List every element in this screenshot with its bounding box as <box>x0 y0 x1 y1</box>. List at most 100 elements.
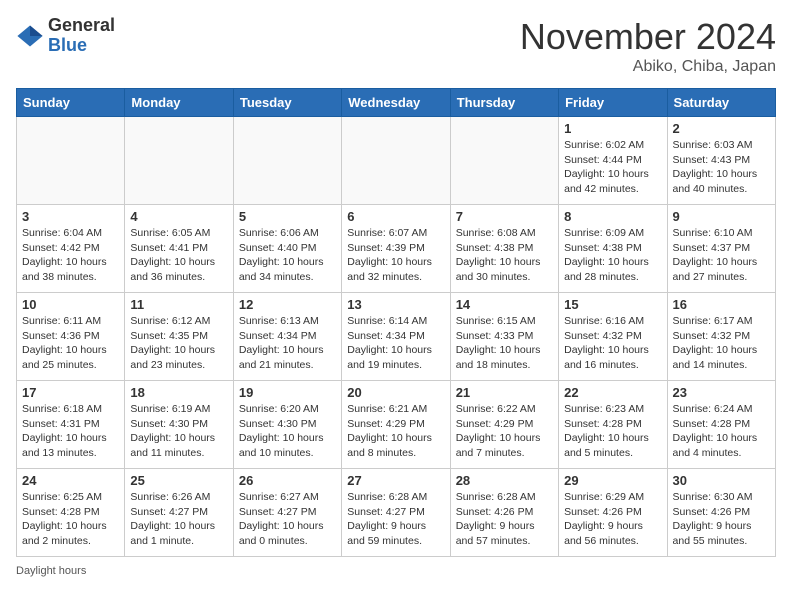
calendar-cell: 28 Sunrise: 6:28 AM Sunset: 4:26 PM Dayli… <box>450 469 558 557</box>
logo-icon <box>16 22 44 50</box>
day-info: Sunrise: 6:23 AM Sunset: 4:28 PM Dayligh… <box>564 402 661 461</box>
day-number: 8 <box>564 209 661 224</box>
col-header-thursday: Thursday <box>450 89 558 117</box>
calendar-cell: 18 Sunrise: 6:19 AM Sunset: 4:30 PM Dayli… <box>125 381 233 469</box>
day-number: 18 <box>130 385 227 400</box>
col-header-sunday: Sunday <box>17 89 125 117</box>
calendar-cell: 29 Sunrise: 6:29 AM Sunset: 4:26 PM Dayli… <box>559 469 667 557</box>
day-info: Sunrise: 6:12 AM Sunset: 4:35 PM Dayligh… <box>130 314 227 373</box>
footer-note: Daylight hours <box>16 565 776 577</box>
day-number: 30 <box>673 473 770 488</box>
day-number: 10 <box>22 297 119 312</box>
calendar-cell: 5 Sunrise: 6:06 AM Sunset: 4:40 PM Daylig… <box>233 205 341 293</box>
calendar-cell: 2Sunrise: 6:03 AM Sunset: 4:43 PM Daylig… <box>667 117 775 205</box>
calendar-cell: 16 Sunrise: 6:17 AM Sunset: 4:32 PM Dayli… <box>667 293 775 381</box>
day-number: 27 <box>347 473 444 488</box>
day-number: 21 <box>456 385 553 400</box>
header: General Blue November 2024 Abiko, Chiba,… <box>16 16 776 76</box>
day-info: Sunrise: 6:28 AM Sunset: 4:26 PM Dayligh… <box>456 490 553 549</box>
logo-text: General Blue <box>48 16 115 56</box>
day-number: 22 <box>564 385 661 400</box>
calendar-cell: 9 Sunrise: 6:10 AM Sunset: 4:37 PM Daylig… <box>667 205 775 293</box>
calendar-cell: 4 Sunrise: 6:05 AM Sunset: 4:41 PM Daylig… <box>125 205 233 293</box>
calendar-cell: 20 Sunrise: 6:21 AM Sunset: 4:29 PM Dayli… <box>342 381 450 469</box>
calendar-cell: 3 Sunrise: 6:04 AM Sunset: 4:42 PM Daylig… <box>17 205 125 293</box>
logo-blue-text: Blue <box>48 36 115 56</box>
calendar-table: SundayMondayTuesdayWednesdayThursdayFrid… <box>16 88 776 557</box>
day-number: 16 <box>673 297 770 312</box>
calendar-cell <box>450 117 558 205</box>
day-info: Sunrise: 6:18 AM Sunset: 4:31 PM Dayligh… <box>22 402 119 461</box>
week-row-5: 24Sunrise: 6:25 AM Sunset: 4:28 PM Dayli… <box>17 469 776 557</box>
calendar-cell: 7Sunrise: 6:08 AM Sunset: 4:38 PM Daylig… <box>450 205 558 293</box>
calendar-cell: 23Sunrise: 6:24 AM Sunset: 4:28 PM Dayli… <box>667 381 775 469</box>
day-info: Sunrise: 6:04 AM Sunset: 4:42 PM Dayligh… <box>22 226 119 285</box>
day-number: 3 <box>22 209 119 224</box>
day-info: Sunrise: 6:06 AM Sunset: 4:40 PM Dayligh… <box>239 226 336 285</box>
day-info: Sunrise: 6:07 AM Sunset: 4:39 PM Dayligh… <box>347 226 444 285</box>
day-info: Sunrise: 6:30 AM Sunset: 4:26 PM Dayligh… <box>673 490 770 549</box>
calendar-header-row: SundayMondayTuesdayWednesdayThursdayFrid… <box>17 89 776 117</box>
day-info: Sunrise: 6:02 AM Sunset: 4:44 PM Dayligh… <box>564 138 661 197</box>
calendar-cell: 22 Sunrise: 6:23 AM Sunset: 4:28 PM Dayli… <box>559 381 667 469</box>
col-header-monday: Monday <box>125 89 233 117</box>
day-info: Sunrise: 6:27 AM Sunset: 4:27 PM Dayligh… <box>239 490 336 549</box>
day-number: 29 <box>564 473 661 488</box>
day-info: Sunrise: 6:29 AM Sunset: 4:26 PM Dayligh… <box>564 490 661 549</box>
day-info: Sunrise: 6:14 AM Sunset: 4:34 PM Dayligh… <box>347 314 444 373</box>
day-info: Sunrise: 6:10 AM Sunset: 4:37 PM Dayligh… <box>673 226 770 285</box>
day-info: Sunrise: 6:21 AM Sunset: 4:29 PM Dayligh… <box>347 402 444 461</box>
col-header-saturday: Saturday <box>667 89 775 117</box>
day-info: Sunrise: 6:13 AM Sunset: 4:34 PM Dayligh… <box>239 314 336 373</box>
col-header-tuesday: Tuesday <box>233 89 341 117</box>
day-info: Sunrise: 6:03 AM Sunset: 4:43 PM Dayligh… <box>673 138 770 197</box>
day-number: 13 <box>347 297 444 312</box>
calendar-cell: 27 Sunrise: 6:28 AM Sunset: 4:27 PM Dayli… <box>342 469 450 557</box>
day-number: 11 <box>130 297 227 312</box>
calendar-cell: 30 Sunrise: 6:30 AM Sunset: 4:26 PM Dayli… <box>667 469 775 557</box>
calendar-cell: 14Sunrise: 6:15 AM Sunset: 4:33 PM Dayli… <box>450 293 558 381</box>
month-title: November 2024 <box>520 16 776 58</box>
calendar-cell: 10 Sunrise: 6:11 AM Sunset: 4:36 PM Dayli… <box>17 293 125 381</box>
calendar-cell <box>342 117 450 205</box>
day-info: Sunrise: 6:22 AM Sunset: 4:29 PM Dayligh… <box>456 402 553 461</box>
day-info: Sunrise: 6:28 AM Sunset: 4:27 PM Dayligh… <box>347 490 444 549</box>
day-info: Sunrise: 6:08 AM Sunset: 4:38 PM Dayligh… <box>456 226 553 285</box>
day-number: 26 <box>239 473 336 488</box>
calendar-cell: 15Sunrise: 6:16 AM Sunset: 4:32 PM Dayli… <box>559 293 667 381</box>
calendar-cell: 21 Sunrise: 6:22 AM Sunset: 4:29 PM Dayli… <box>450 381 558 469</box>
day-number: 15 <box>564 297 661 312</box>
day-info: Sunrise: 6:26 AM Sunset: 4:27 PM Dayligh… <box>130 490 227 549</box>
calendar-cell <box>125 117 233 205</box>
day-number: 9 <box>673 209 770 224</box>
week-row-3: 10 Sunrise: 6:11 AM Sunset: 4:36 PM Dayli… <box>17 293 776 381</box>
day-number: 5 <box>239 209 336 224</box>
day-number: 20 <box>347 385 444 400</box>
day-number: 19 <box>239 385 336 400</box>
calendar-cell: 19Sunrise: 6:20 AM Sunset: 4:30 PM Dayli… <box>233 381 341 469</box>
col-header-wednesday: Wednesday <box>342 89 450 117</box>
daylight-hours-label: Daylight hours <box>16 565 86 577</box>
calendar-cell <box>17 117 125 205</box>
calendar-cell: 12 Sunrise: 6:13 AM Sunset: 4:34 PM Dayli… <box>233 293 341 381</box>
calendar-cell: 1Sunrise: 6:02 AM Sunset: 4:44 PM Daylig… <box>559 117 667 205</box>
day-number: 24 <box>22 473 119 488</box>
day-number: 6 <box>347 209 444 224</box>
day-info: Sunrise: 6:05 AM Sunset: 4:41 PM Dayligh… <box>130 226 227 285</box>
col-header-friday: Friday <box>559 89 667 117</box>
day-info: Sunrise: 6:19 AM Sunset: 4:30 PM Dayligh… <box>130 402 227 461</box>
day-number: 12 <box>239 297 336 312</box>
day-info: Sunrise: 6:11 AM Sunset: 4:36 PM Dayligh… <box>22 314 119 373</box>
calendar-cell: 6 Sunrise: 6:07 AM Sunset: 4:39 PM Daylig… <box>342 205 450 293</box>
day-number: 28 <box>456 473 553 488</box>
day-info: Sunrise: 6:15 AM Sunset: 4:33 PM Dayligh… <box>456 314 553 373</box>
calendar-cell: 25Sunrise: 6:26 AM Sunset: 4:27 PM Dayli… <box>125 469 233 557</box>
day-info: Sunrise: 6:24 AM Sunset: 4:28 PM Dayligh… <box>673 402 770 461</box>
logo-general-text: General <box>48 16 115 36</box>
day-number: 4 <box>130 209 227 224</box>
day-info: Sunrise: 6:17 AM Sunset: 4:32 PM Dayligh… <box>673 314 770 373</box>
week-row-4: 17Sunrise: 6:18 AM Sunset: 4:31 PM Dayli… <box>17 381 776 469</box>
logo: General Blue <box>16 16 115 56</box>
calendar-cell: 17Sunrise: 6:18 AM Sunset: 4:31 PM Dayli… <box>17 381 125 469</box>
calendar-cell: 13 Sunrise: 6:14 AM Sunset: 4:34 PM Dayli… <box>342 293 450 381</box>
